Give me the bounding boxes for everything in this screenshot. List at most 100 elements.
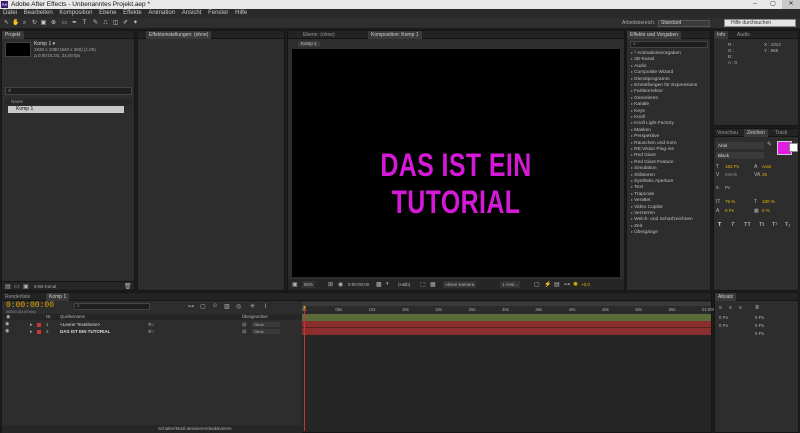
layer-switches[interactable]: ✲ ⁄ xyxy=(148,328,154,335)
indent-left-value[interactable]: 0 Px xyxy=(719,315,728,320)
toggle-pixel-aspect-icon[interactable]: ▢ xyxy=(534,281,540,288)
roto-brush-tool-icon[interactable]: ✐ xyxy=(122,20,129,27)
effects-search-input[interactable]: ⌕ xyxy=(630,41,708,48)
tab-audio[interactable]: Audio xyxy=(734,31,753,39)
baseline-shift-value[interactable]: 0 Px xyxy=(725,208,734,213)
safe-zones-icon[interactable]: ⊞ xyxy=(328,281,333,288)
align-center-icon[interactable]: ≡ xyxy=(729,305,732,311)
all-caps-button[interactable]: TT xyxy=(744,222,751,228)
transparency-grid-icon[interactable]: ▦ xyxy=(430,281,436,288)
fast-previews-icon[interactable]: ⚡ xyxy=(544,281,551,288)
justify-icon[interactable]: ≣ xyxy=(755,305,759,311)
views-select[interactable]: 1 Ansi... xyxy=(500,281,521,288)
pen-tool-icon[interactable]: ✒ xyxy=(71,20,78,27)
effects-category-item[interactable]: Übergänge xyxy=(631,229,658,235)
tab-preview[interactable]: Vorschau xyxy=(714,129,741,137)
menu-effekte[interactable]: Effekte xyxy=(123,9,142,18)
tab-render-queue[interactable]: Renderliste xyxy=(2,293,33,301)
new-folder-icon[interactable]: ▭ xyxy=(14,283,20,290)
show-channel-icon[interactable]: ◐ xyxy=(386,281,390,287)
menu-komposition[interactable]: Komposition xyxy=(59,9,92,18)
rotate-tool-icon[interactable]: ↻ xyxy=(31,20,38,27)
horizontal-scale-value[interactable]: 100 % xyxy=(762,199,775,204)
camera-select[interactable]: Aktive Kamera xyxy=(443,281,477,288)
small-caps-button[interactable]: Tt xyxy=(759,222,764,228)
flowchart-icon[interactable]: ⊶ xyxy=(564,281,570,288)
parent-pickwhip-icon[interactable]: @ xyxy=(242,321,247,328)
motion-blur-icon[interactable]: ◎ xyxy=(236,303,241,310)
text-tool-icon[interactable]: T xyxy=(81,20,88,27)
zoom-select[interactable]: 50% xyxy=(302,281,316,288)
hand-tool-icon[interactable]: ✋ xyxy=(12,20,19,27)
menu-animation[interactable]: Animation xyxy=(148,9,175,18)
subscript-button[interactable]: T₁ xyxy=(785,222,790,228)
composition-canvas[interactable]: DAS IST EIN TUTORIAL xyxy=(292,49,620,277)
resolution-select[interactable]: (Halb) xyxy=(398,281,410,288)
always-preview-icon[interactable]: ▣ xyxy=(292,281,298,288)
timeline-current-time[interactable]: 0:00:00:00 xyxy=(6,301,54,310)
leading-value[interactable]: Auto xyxy=(762,164,771,169)
parent-select[interactable]: Ohne xyxy=(252,322,280,327)
indent-right-value[interactable]: 0 Px xyxy=(755,315,764,320)
time-ruler[interactable]: 0s05s10s15s20s25s30s35s40s45s50s55s01:00… xyxy=(302,306,715,314)
comp-breadcrumb[interactable]: Komp 1 xyxy=(298,41,320,47)
cti-head-icon[interactable]: ▼ xyxy=(302,305,307,311)
column-header-name[interactable]: Name xyxy=(5,99,132,105)
exposure-value[interactable]: +0,0 xyxy=(581,281,590,288)
tsume-value[interactable]: 0 % xyxy=(762,208,770,213)
tab-timeline-komp1[interactable]: Komp 1 xyxy=(46,293,70,301)
tab-composition[interactable]: Komposition: Komp 1 xyxy=(368,31,422,39)
camera-tool-icon[interactable]: ▣ xyxy=(40,20,47,27)
align-left-icon[interactable]: ≡ xyxy=(719,305,722,311)
layer-row[interactable]: ◉ ▸ 1 <Leerer Textebene> ✲ ⁄ @ Ohne xyxy=(2,321,302,328)
faux-bold-button[interactable]: T xyxy=(718,222,721,228)
draft-3d-icon[interactable]: ▢ xyxy=(200,303,206,310)
shy-layers-icon[interactable]: ☺ xyxy=(212,303,218,309)
minimize-button[interactable]: – xyxy=(746,0,764,9)
camera-snapshot-icon[interactable]: ▩ xyxy=(376,281,382,288)
frame-blending-icon[interactable]: ▥ xyxy=(224,303,230,310)
col-source-name[interactable]: Quellenname xyxy=(60,314,85,320)
tab-effect-controls[interactable]: Effekteinstellungen: (ohne) xyxy=(146,31,212,39)
workspace-select[interactable]: Standard xyxy=(658,20,710,27)
current-time-display[interactable]: 0:00:00:00 xyxy=(348,281,369,288)
eyedropper-icon[interactable]: ✎ xyxy=(767,141,772,148)
faux-italic-button[interactable]: T xyxy=(731,222,734,228)
zoom-tool-icon[interactable]: ⌕ xyxy=(21,20,28,27)
parent-select[interactable]: Ohne xyxy=(252,329,280,334)
region-of-interest-icon[interactable]: ⬚ xyxy=(420,281,426,288)
graph-editor-icon[interactable]: ⌇ xyxy=(264,303,267,310)
project-search-input[interactable]: ⌕ xyxy=(5,87,132,95)
timeline-icon[interactable]: ▤ xyxy=(554,281,560,288)
bit-depth-label[interactable]: 8-Bit-Kanal xyxy=(34,284,56,289)
help-search-input[interactable]: Hilfe durchsuchen xyxy=(724,19,796,27)
layer-label-color[interactable] xyxy=(37,323,41,327)
parent-pickwhip-icon[interactable]: @ xyxy=(242,328,247,335)
twirl-arrow-icon[interactable]: ▸ xyxy=(30,329,33,335)
space-after-value[interactable]: 0 Px xyxy=(755,331,764,336)
comp-mini-flowchart-icon[interactable]: ⊶ xyxy=(188,303,194,310)
menu-ebene[interactable]: Ebene xyxy=(99,9,116,18)
new-comp-icon[interactable]: ▣ xyxy=(23,283,29,290)
tab-layer[interactable]: Ebene: (ohne) xyxy=(300,31,338,39)
toggle-switches-modes[interactable]: Schalter/Modi aktivieren/deaktivieren xyxy=(158,426,232,431)
trash-icon[interactable]: 🗑 xyxy=(124,283,132,290)
canvas-text-layer[interactable]: DAS IST EIN TUTORIAL xyxy=(328,147,584,221)
vertical-scale-value[interactable]: 75 % xyxy=(725,199,735,204)
snapshot-icon[interactable]: ◉ xyxy=(338,281,343,288)
tab-character[interactable]: Zeichen xyxy=(744,129,768,137)
timeline-track-area[interactable]: 0s05s10s15s20s25s30s35s40s45s50s55s01:00… xyxy=(302,302,715,432)
layer-name[interactable]: <Leerer Textebene> xyxy=(60,321,100,328)
kerning-value[interactable]: Metrik xyxy=(725,172,737,177)
close-button[interactable]: ✕ xyxy=(782,0,800,9)
font-size-value[interactable]: 183 Px xyxy=(725,164,739,169)
current-time-indicator[interactable] xyxy=(304,306,305,431)
puppet-tool-icon[interactable]: ✦ xyxy=(132,20,139,27)
tab-effects-presets[interactable]: Effekte und Vorgaben xyxy=(627,31,682,39)
indent-first-value[interactable]: 0 Px xyxy=(719,323,728,328)
stroke-color-swatch[interactable] xyxy=(789,143,798,152)
brainstorm-icon[interactable]: ✳ xyxy=(250,303,255,310)
menu-ansicht[interactable]: Ansicht xyxy=(182,9,202,18)
layer-label-color[interactable] xyxy=(37,330,41,334)
font-style-select[interactable]: Black xyxy=(716,152,764,159)
